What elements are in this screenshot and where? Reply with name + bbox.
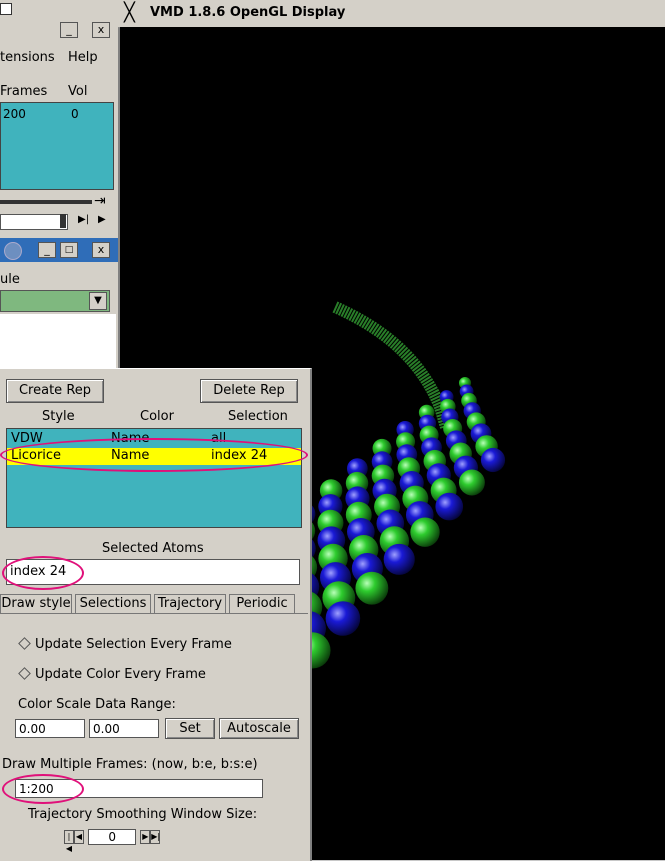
frame-slider[interactable] [0,214,68,230]
col-vol: Vol [68,84,88,99]
slider-handle[interactable] [60,214,66,228]
frame-slider-track[interactable] [0,200,92,204]
range-min-input[interactable]: 0.00 [15,719,85,738]
minimize-button[interactable]: _ [60,22,78,38]
menu-extensions[interactable]: tensions [0,50,55,65]
create-rep-button[interactable]: Create Rep [6,379,104,403]
set-button[interactable]: Set [165,718,215,739]
app-icon [4,242,22,260]
minimize-button[interactable]: _ [38,242,56,258]
display-titlebar: ╳ VMD 1.8.6 OpenGL Display [118,0,665,28]
green-atom [355,571,389,605]
blue-atom [480,447,506,473]
selected-atoms-label: Selected Atoms [102,541,204,556]
close-button[interactable]: x [92,22,110,38]
tab-selections[interactable]: Selections [75,594,151,614]
atom-lattice [287,376,506,669]
row-frames: 200 [3,107,26,121]
graphics-window: _ □ x ule ▼ [0,238,120,370]
step-next-icon[interactable]: ▶ [140,830,151,844]
annotation-ellipse [0,438,308,472]
delete-rep-button[interactable]: Delete Rep [200,379,298,403]
range-max-input[interactable]: 0.00 [89,719,159,738]
tab-draw-style[interactable]: Draw style [0,594,72,614]
green-atom [410,517,440,547]
header-color: Color [140,409,174,424]
blue-atom [435,492,464,521]
blank-region [0,314,116,370]
update-selection-checkbox[interactable]: Update Selection Every Frame [18,637,232,652]
step-end-icon[interactable]: ⇥ [94,194,112,208]
tab-periodic[interactable]: Periodic [229,594,295,614]
step-forward-icon[interactable]: ▶| [78,214,94,228]
x-logo-icon: ╳ [124,2,135,23]
green-atom [458,469,485,496]
molecule-select[interactable]: ▼ [0,290,110,312]
display-title: VMD 1.8.6 OpenGL Display [150,5,346,20]
header-selection: Selection [228,409,288,424]
smoothing-input[interactable]: 0 [88,829,137,845]
menu-help[interactable]: Help [68,50,98,65]
autoscale-button[interactable]: Autoscale [219,718,299,739]
close-button[interactable]: x [92,242,110,258]
chevron-down-icon[interactable]: ▼ [89,292,107,310]
play-icon[interactable]: ▶ [98,214,112,228]
annotation-ellipse [2,774,84,804]
molecule-label: ule [0,272,20,287]
tab-trajectory[interactable]: Trajectory [154,594,226,614]
smoothing-stepper[interactable]: |◀◀ 0 ▶ ▶| [64,829,161,853]
annotation-ellipse [2,556,84,590]
step-first-icon[interactable]: |◀ [64,830,74,853]
draw-multiple-label: Draw Multiple Frames: (now, b:e, b:s:e) [2,757,258,772]
molecule-list[interactable]: 200 0 [0,102,114,190]
col-frames: Frames [0,84,48,99]
radio-icon [18,637,31,650]
blue-atom [383,543,415,575]
tab-divider [0,613,308,614]
step-last-icon[interactable]: ▶| [150,830,161,844]
header-style: Style [42,409,75,424]
main-titlebar [0,0,118,20]
update-color-label: Update Color Every Frame [35,667,206,682]
color-scale-label: Color Scale Data Range: [18,697,176,712]
row-vol: 0 [71,107,79,121]
update-color-checkbox[interactable]: Update Color Every Frame [18,667,206,682]
step-back-icon[interactable]: ◀ [74,830,84,844]
smoothing-label: Trajectory Smoothing Window Size: [28,807,258,822]
vmd-main-window: _ x tensions Help Frames Vol 200 0 ⇥ ▶| … [0,0,120,240]
maximize-button[interactable]: □ [60,242,78,258]
radio-icon [18,667,31,680]
update-selection-label: Update Selection Every Frame [35,637,232,652]
window-corner-icon [0,3,12,15]
blue-atom [325,601,361,636]
